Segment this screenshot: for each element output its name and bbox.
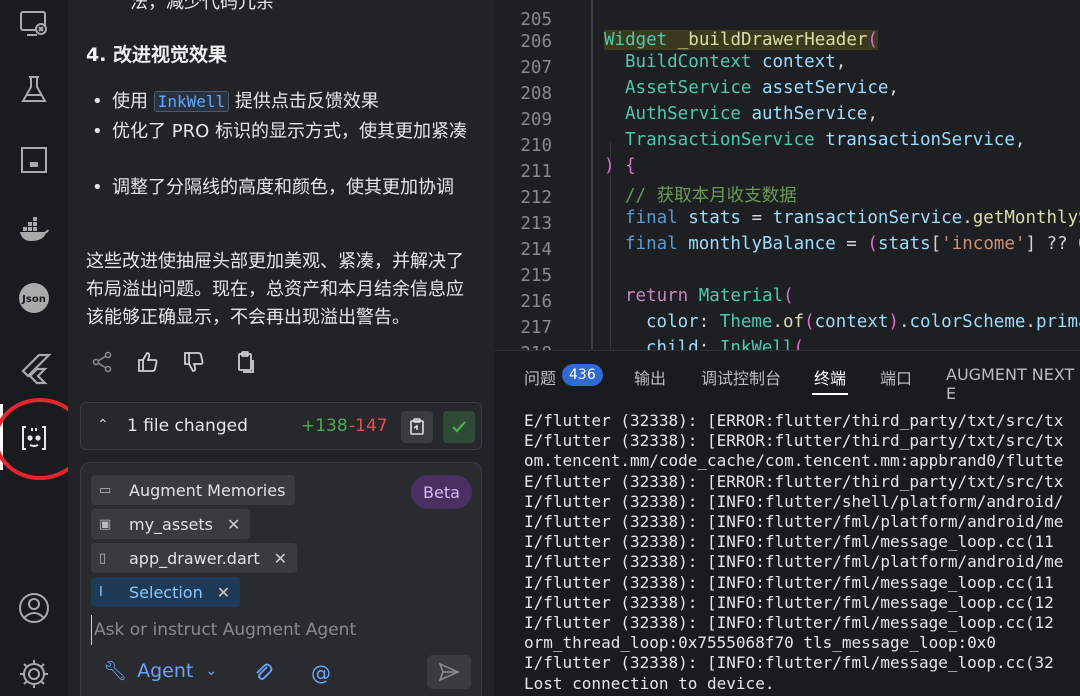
chevron-down-icon: ⌄ [205, 662, 218, 679]
accept-changes-button[interactable] [443, 411, 475, 443]
testing-flask-icon[interactable] [14, 70, 54, 110]
share-icon[interactable] [90, 350, 114, 374]
bullet-item: 优化了 PRO 标识的显示方式，使其更加紧凑 [92, 118, 482, 146]
checkmark-icon [452, 421, 466, 433]
clipboard-undo-icon [410, 418, 424, 435]
thumbs-up-icon[interactable] [136, 350, 160, 374]
remote-explorer-icon[interactable] [14, 4, 54, 44]
send-button[interactable] [427, 655, 471, 689]
panel-toggle-icon[interactable] [14, 140, 54, 180]
bullet-text: 提供点击反馈效果 [229, 91, 379, 112]
code-line: 206 BuildContext context, [494, 12, 1080, 72]
terminal-line: E/flutter (32338): [ERROR:flutter/third_… [524, 411, 1064, 430]
tab-ports[interactable]: 端口 [880, 365, 912, 389]
inline-code-inkwell: InkWell [153, 91, 230, 112]
context-chip-selection[interactable]: I Selection ✕ [91, 577, 241, 607]
code-line: 212 final stats = transactionService.get… [494, 168, 1080, 228]
terminal-line: Lost connection to device. [524, 673, 775, 693]
mention-at-button[interactable]: @ [311, 661, 331, 685]
remove-chip-icon[interactable]: ✕ [217, 583, 230, 602]
terminal-line: I/flutter (32338): [INFO:flutter/fml/pla… [524, 552, 1064, 572]
code-line: 217 child: InkWell( [494, 298, 1080, 350]
agent-mode-dropdown[interactable]: 🔧︎ Agent ⌄ [103, 659, 218, 683]
active-tab-underline [812, 393, 848, 395]
wrench-icon: 🔧︎ [103, 660, 128, 682]
docker-icon[interactable] [14, 210, 54, 250]
terminal-line: orm_thread_loop:0x7555068f70 tls_message… [524, 633, 997, 653]
code-line: 215 return Material( [494, 246, 1080, 306]
expand-chevron-icon[interactable]: ⌃ [97, 417, 109, 433]
code-line: 218 onTap: () {}, // 空操作，只是为了显示水波纹效 [494, 324, 1080, 350]
chip-label: app_drawer.dart [129, 548, 260, 568]
thumbs-down-icon[interactable] [182, 350, 206, 374]
code-line: 208 AuthService authService, [494, 64, 1080, 124]
terminal-line: I/flutter (32338): [INFO:flutter/shell/p… [524, 491, 1064, 511]
agent-mode-label: Agent [137, 659, 194, 682]
send-arrow-icon [438, 662, 460, 682]
code-line: 211 // 获取本月收支数据 [494, 142, 1080, 206]
terminal-output[interactable]: E/flutter (32338): [ERROR:flutter/third_… [524, 411, 1080, 694]
code-line: 207 AssetService assetService, [494, 38, 1080, 98]
changed-files-label: 1 file changed [127, 416, 248, 436]
bullet-item: 调整了分隔线的高度和颜色，使其更加协调 [92, 174, 482, 202]
terminal-line: I/flutter (32338): [INFO:flutter/fml/mes… [524, 532, 1054, 552]
memory-box-icon: ▭ [99, 482, 112, 498]
lines-removed-count: -147 [349, 416, 388, 436]
remove-chip-icon[interactable]: ✕ [274, 549, 287, 568]
folder-icon: ▣ [99, 516, 112, 532]
remove-chip-icon[interactable]: ✕ [227, 515, 240, 534]
beta-badge: Beta [411, 475, 472, 509]
chip-label: Augment Memories [129, 480, 286, 500]
code-line: 213 final monthlyBalance = (stats['incom… [494, 194, 1080, 254]
context-chip-folder[interactable]: ▣ my_assets ✕ [91, 509, 251, 539]
svg-text:Json: Json [21, 294, 46, 305]
code-line: 214 [494, 220, 1080, 260]
augment-chat-panel: 法，减少代码冗余 4. 改进视觉效果 使用 InkWell 提供点击反馈效果 优… [68, 0, 494, 696]
tab-terminal[interactable]: 终端 [814, 365, 846, 389]
account-icon[interactable] [14, 588, 54, 628]
flutter-icon[interactable] [14, 348, 54, 388]
tab-augment-next-edit[interactable]: AUGMENT NEXT E [946, 365, 1080, 403]
terminal-line: om.tencent.mm/code_cache/com.tencent.mm:… [524, 451, 1064, 471]
terminal-line: E/flutter (32338): [ERROR:flutter/third_… [524, 431, 1064, 451]
code-line: 210 ) { [494, 116, 1080, 176]
terminal-line: I/flutter (32338): [INFO:flutter/fml/mes… [524, 613, 1054, 633]
chip-label: Selection [129, 582, 203, 602]
agent-prompt-input[interactable] [91, 615, 471, 645]
terminal-line: E/flutter (32338): [ERROR:flutter/third_… [524, 471, 1064, 491]
tab-problems[interactable]: 问题 [524, 365, 556, 389]
context-chip-memories[interactable]: ▭ Augment Memories [91, 475, 296, 505]
activity-bar: Json [0, 0, 86, 696]
tab-debug-console[interactable]: 调试控制台 [701, 365, 781, 389]
terminal-line: I/flutter (32338): [INFO:flutter/fml/mes… [524, 572, 1054, 592]
settings-gear-icon[interactable] [14, 654, 54, 694]
agent-input-box: ▭ Augment Memories Beta ▣ my_assets ✕ ▯ … [80, 462, 482, 696]
lines-added-count: +138 [301, 416, 348, 436]
summary-paragraph: 这些改进使抽屉头部更加美观、紧凑，并解决了布局溢出问题。现在，总资产和本月结余信… [86, 251, 464, 328]
problems-count-badge: 436 [562, 364, 603, 386]
tab-output[interactable]: 输出 [634, 365, 666, 389]
context-chip-file[interactable]: ▯ app_drawer.dart ✕ [91, 543, 297, 573]
changed-files-bar[interactable]: ⌃ 1 file changed +138 -147 [80, 402, 482, 450]
bottom-panel: 问题 436 输出 调试控制台 终端 端口 AUGMENT NEXT E E/f… [494, 350, 1080, 696]
discard-changes-button[interactable] [401, 411, 433, 443]
code-line: 216 color: Theme.of(context).colorScheme… [494, 272, 1080, 332]
chip-label: my_assets [129, 514, 213, 534]
copy-icon[interactable] [234, 350, 258, 374]
attach-paperclip-icon[interactable] [253, 661, 273, 688]
terminal-line: I/flutter (32338): [INFO:flutter/fml/pla… [524, 512, 1064, 532]
code-editor[interactable]: 205 Widget _buildDrawerHeader( 206 Build… [494, 0, 1080, 350]
terminal-line: I/flutter (32338): [INFO:flutter/fml/mes… [524, 653, 1054, 673]
text-cursor-icon: I [99, 584, 103, 600]
json-icon[interactable]: Json [14, 278, 54, 318]
previous-text-line: 法，减少代码冗余 [130, 0, 274, 13]
file-icon: ▯ [99, 550, 107, 566]
bullet-item: 使用 InkWell 提供点击反馈效果 [92, 88, 482, 116]
bullet-text: 使用 [112, 91, 154, 112]
terminal-line: I/flutter (32338): [INFO:flutter/fml/mes… [524, 592, 1054, 612]
code-line: 209 TransactionService transactionServic… [494, 90, 1080, 150]
section-heading: 4. 改进视觉效果 [86, 44, 228, 66]
